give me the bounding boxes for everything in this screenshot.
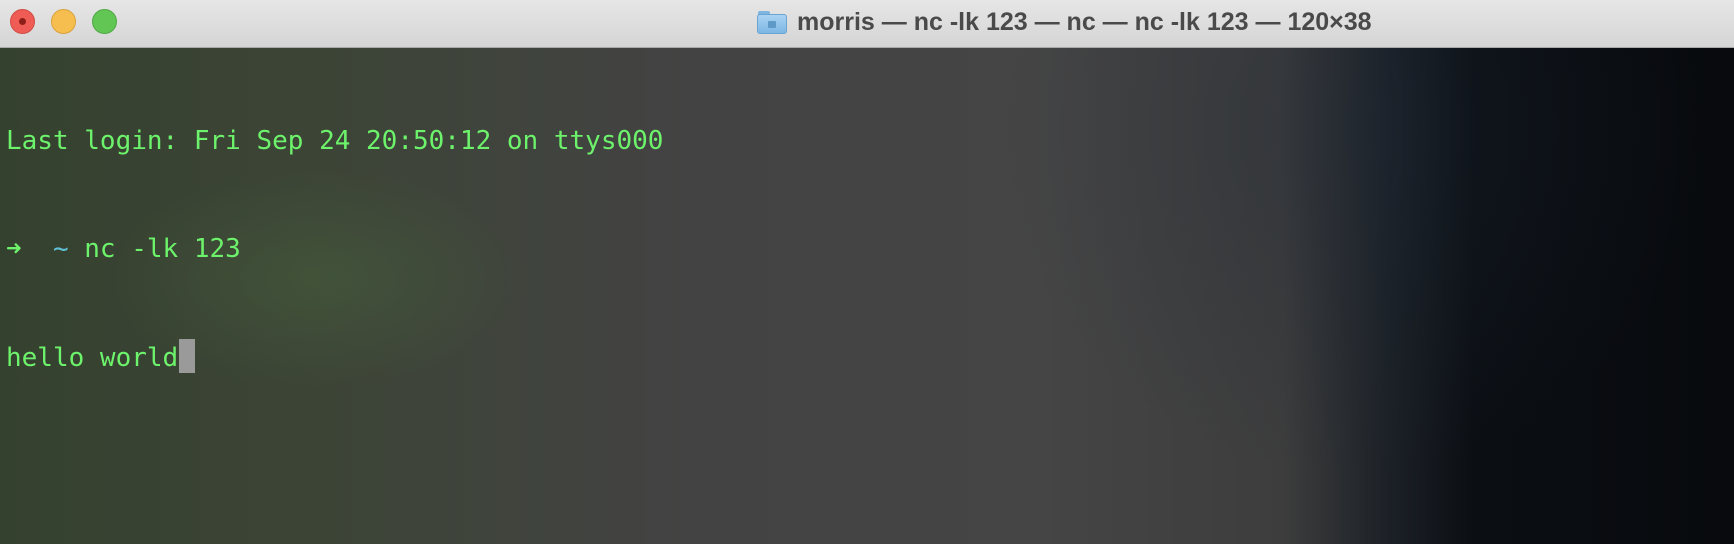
close-button[interactable] bbox=[10, 9, 35, 34]
last-login-line: Last login: Fri Sep 24 20:50:12 on ttys0… bbox=[6, 126, 664, 156]
terminal-content[interactable]: Last login: Fri Sep 24 20:50:12 on ttys0… bbox=[0, 48, 1734, 544]
window-title: morris — nc -lk 123 — nc — nc -lk 123 — … bbox=[797, 7, 1372, 36]
folder-icon[interactable] bbox=[757, 10, 787, 34]
output-text: hello world bbox=[6, 343, 179, 373]
prompt-directory: ~ bbox=[52, 234, 69, 264]
terminal-window: morris — nc -lk 123 — nc — nc -lk 123 — … bbox=[0, 0, 1734, 544]
text-cursor bbox=[179, 339, 196, 373]
terminal-output[interactable]: Last login: Fri Sep 24 20:50:12 on ttys0… bbox=[6, 51, 663, 447]
prompt-line: ➜ ~ nc -lk 123 bbox=[6, 231, 663, 267]
zoom-button[interactable] bbox=[92, 9, 117, 34]
close-icon bbox=[19, 18, 26, 25]
window-title-group: morris — nc -lk 123 — nc — nc -lk 123 — … bbox=[757, 0, 1372, 44]
command-text: nc -lk 123 bbox=[84, 234, 241, 264]
minimize-button[interactable] bbox=[51, 9, 76, 34]
title-bar[interactable]: morris — nc -lk 123 — nc — nc -lk 123 — … bbox=[0, 0, 1734, 48]
prompt-arrow-icon: ➜ bbox=[6, 234, 22, 264]
output-line: hello world bbox=[6, 339, 663, 375]
